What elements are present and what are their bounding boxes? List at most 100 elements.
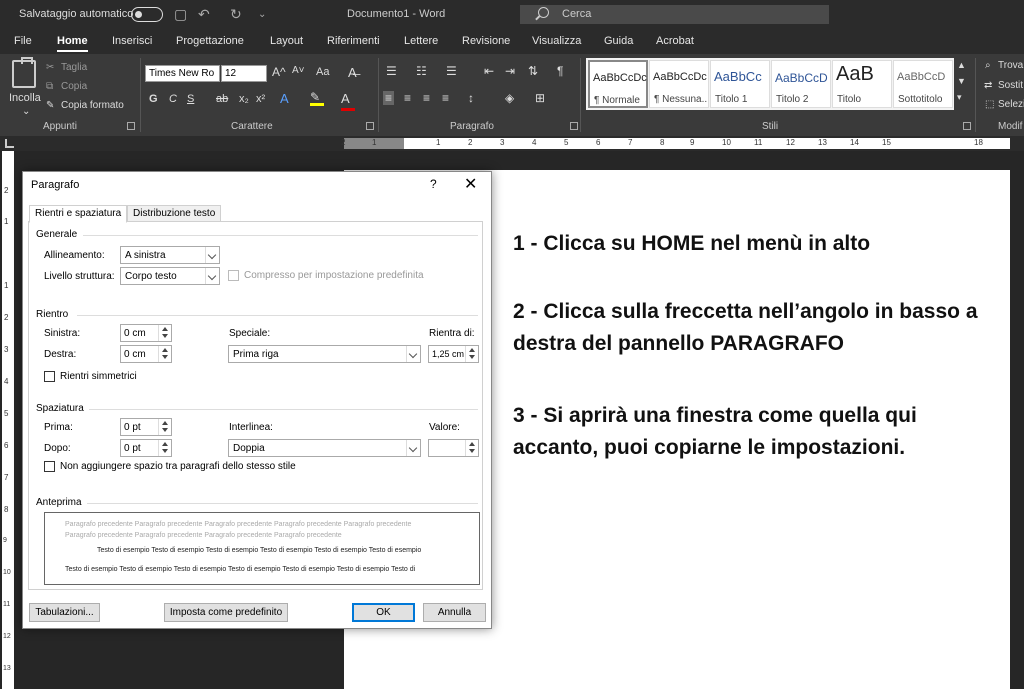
clear-format-icon[interactable]: A̶ — [348, 65, 357, 80]
align-left-icon[interactable]: ≡ — [383, 91, 395, 105]
tab-mailings[interactable]: Lettere — [404, 35, 438, 47]
change-case-button[interactable]: Aa — [316, 66, 329, 78]
tab-home[interactable]: Home — [57, 35, 88, 52]
tab-selector-icon[interactable] — [5, 139, 14, 148]
line-value-input[interactable] — [428, 439, 479, 457]
styles-scroll-up-icon[interactable]: ▲ — [957, 60, 966, 70]
select-button[interactable]: Selezi — [998, 99, 1024, 110]
indent-left-input[interactable]: 0 cm — [120, 324, 172, 342]
line-spacing-select[interactable]: Doppia — [228, 439, 421, 457]
font-size-box[interactable]: 12 — [221, 65, 267, 82]
indent-by-input[interactable]: 1,25 cm — [428, 345, 479, 363]
autosave-toggle[interactable] — [131, 7, 163, 22]
collapsed-checkbox[interactable] — [228, 270, 239, 281]
horizontal-ruler[interactable]: 2 1 1 2 3 4 5 6 7 8 9 10 11 12 13 14 15 … — [341, 138, 1010, 149]
tab-help[interactable]: Guida — [604, 35, 633, 47]
numbering-icon[interactable]: ☷ — [416, 64, 427, 78]
tab-layout[interactable]: Layout — [270, 35, 303, 47]
spinner-icon[interactable] — [465, 346, 478, 362]
subscript-button[interactable]: x₂ — [239, 93, 249, 105]
superscript-button[interactable]: x² — [256, 93, 265, 105]
paste-button[interactable]: Incolla — [9, 92, 41, 104]
search-placeholder: Cerca — [562, 8, 592, 20]
strikethrough-button[interactable]: ab — [216, 93, 228, 105]
highlight-icon[interactable]: ✎ — [310, 90, 324, 106]
shading-icon[interactable]: ◈ — [505, 91, 514, 105]
align-right-icon[interactable]: ≡ — [423, 91, 430, 105]
justify-icon[interactable]: ≡ — [442, 91, 449, 105]
format-painter-button[interactable]: Copia formato — [61, 100, 124, 111]
clipboard-launcher-icon[interactable] — [127, 122, 135, 130]
style-subtitle[interactable]: AaBbCcD Sottotitolo — [893, 60, 953, 108]
tab-review[interactable]: Revisione — [462, 35, 510, 47]
sort-icon[interactable]: ⇅ — [528, 64, 538, 78]
tabs-button[interactable]: Tabulazioni... — [29, 603, 100, 622]
font-color-button[interactable]: A — [341, 91, 355, 111]
spinner-icon[interactable] — [158, 346, 171, 362]
shrink-font-button[interactable]: A˅ — [292, 65, 305, 76]
no-space-checkbox[interactable] — [44, 461, 55, 472]
style-no-spacing[interactable]: AaBbCcDc ¶ Nessuna... — [649, 60, 709, 108]
font-launcher-icon[interactable] — [366, 122, 374, 130]
spinner-icon[interactable] — [158, 440, 171, 456]
align-center-icon[interactable]: ≡ — [404, 91, 411, 105]
tab-view[interactable]: Visualizza — [532, 35, 581, 47]
tab-indents-spacing[interactable]: Rientri e spaziatura — [29, 205, 128, 223]
close-icon[interactable]: ✕ — [464, 174, 477, 194]
styles-more-icon[interactable]: ▾ — [957, 92, 962, 103]
search-box[interactable]: Cerca — [520, 5, 829, 24]
tab-line-page-breaks[interactable]: Distribuzione testo — [127, 205, 222, 222]
style-title[interactable]: AaB Titolo — [832, 60, 892, 108]
spacing-before-input[interactable]: 0 pt — [120, 418, 172, 436]
borders-icon[interactable]: ⊞ — [535, 91, 545, 105]
indent-right-input[interactable]: 0 cm — [120, 345, 172, 363]
ruler-number: 7 — [628, 138, 633, 147]
styles-launcher-icon[interactable] — [963, 122, 971, 130]
spinner-icon[interactable] — [158, 419, 171, 435]
redo-icon[interactable]: ↻ — [230, 6, 242, 23]
special-select[interactable]: Prima riga — [228, 345, 421, 363]
style-normal[interactable]: AaBbCcDc ¶ Normale — [588, 60, 648, 108]
tab-acrobat[interactable]: Acrobat — [656, 35, 694, 47]
tab-file[interactable]: File — [14, 35, 32, 47]
help-button[interactable]: ? — [430, 177, 437, 191]
tab-references[interactable]: Riferimenti — [327, 35, 380, 47]
bold-button[interactable]: G — [149, 93, 158, 105]
vertical-ruler[interactable]: 2 1 1 2 3 4 5 6 7 8 9 10 11 12 13 — [2, 151, 14, 689]
mirror-indents-checkbox[interactable] — [44, 371, 55, 382]
tab-design[interactable]: Progettazione — [176, 35, 244, 47]
multilevel-list-icon[interactable]: ☰ — [446, 64, 457, 78]
outline-level-select[interactable]: Corpo testo — [120, 267, 220, 285]
copy-button[interactable]: Copia — [61, 81, 87, 92]
alignment-select[interactable]: A sinistra — [120, 246, 220, 264]
save-icon[interactable]: ▢ — [174, 6, 187, 23]
grow-font-button[interactable]: A^ — [272, 65, 286, 79]
tab-insert[interactable]: Inserisci — [112, 35, 152, 47]
replace-button[interactable]: Sostit — [998, 80, 1023, 91]
spinner-icon[interactable] — [158, 325, 171, 341]
style-heading-1[interactable]: AaBbCc Titolo 1 — [710, 60, 770, 108]
spacing-after-input[interactable]: 0 pt — [120, 439, 172, 457]
decrease-indent-icon[interactable]: ⇤ — [484, 64, 494, 78]
cancel-button[interactable]: Annulla — [423, 603, 486, 622]
text-effects-button[interactable]: A — [280, 91, 289, 106]
paragraph-launcher-icon[interactable] — [570, 122, 578, 130]
font-name-box[interactable]: Times New Ro — [145, 65, 220, 82]
set-default-button[interactable]: Imposta come predefinito — [164, 603, 288, 622]
styles-scroll-down-icon[interactable]: ▼ — [957, 76, 966, 86]
underline-button[interactable]: S — [187, 93, 194, 105]
paste-icon[interactable] — [12, 57, 36, 88]
line-spacing-icon[interactable]: ↕ — [468, 91, 474, 105]
find-button[interactable]: Trova — [998, 60, 1023, 71]
spinner-icon[interactable] — [465, 440, 478, 456]
ok-button[interactable]: OK — [352, 603, 415, 622]
cut-button[interactable]: Taglia — [61, 62, 87, 73]
show-marks-icon[interactable]: ¶ — [557, 64, 563, 78]
paste-dropdown-icon[interactable]: ⌄ — [22, 106, 30, 117]
bullets-icon[interactable]: ☰ — [386, 64, 397, 78]
style-heading-2[interactable]: AaBbCcD Titolo 2 — [771, 60, 831, 108]
undo-icon[interactable]: ↶ — [198, 6, 210, 23]
increase-indent-icon[interactable]: ⇥ — [505, 64, 515, 78]
italic-button[interactable]: C — [169, 93, 177, 105]
customize-toolbar-icon[interactable]: ⌄ — [258, 9, 266, 20]
